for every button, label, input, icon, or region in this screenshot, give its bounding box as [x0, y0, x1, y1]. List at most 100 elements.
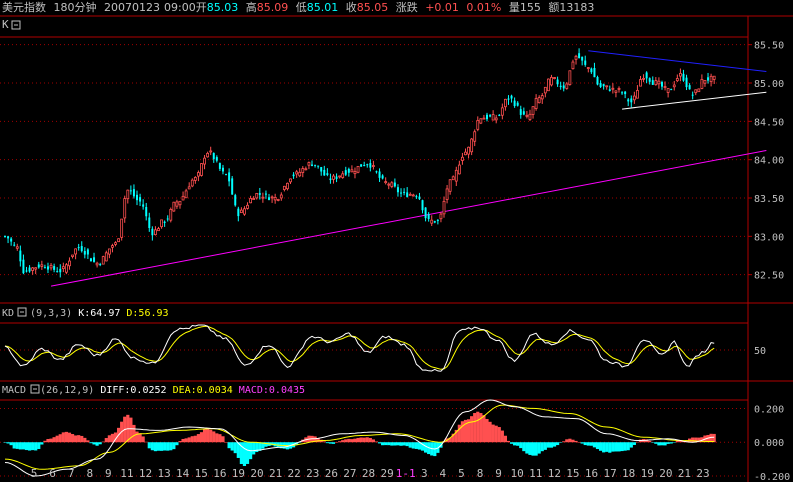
- macd-hist-bar: [534, 442, 538, 456]
- kd-label: KD: [2, 308, 14, 319]
- candle-body: [107, 248, 111, 255]
- candle-body: [347, 168, 350, 173]
- candle-body: [338, 175, 342, 178]
- axis-labels: 85.50 85.00 84.50 84.00 83.50 83.00 82.50 50 0.2…: [31, 41, 790, 482]
- macd-hist-bar: [202, 429, 207, 443]
- candle-body: [381, 175, 384, 179]
- macd-hist-bar: [574, 440, 578, 443]
- candle-body: [608, 89, 611, 91]
- candle-body: [10, 238, 13, 242]
- x-tick-label: 9: [105, 467, 112, 480]
- macd-hist-bar: [669, 442, 673, 444]
- macd-hist-bar: [132, 424, 136, 443]
- candle-body: [559, 85, 562, 88]
- stock-chart[interactable]: 85.50 85.00 84.50 84.00 83.50 83.00 82.50 50 0.2…: [0, 0, 793, 482]
- macd-hist-bar: [21, 442, 26, 450]
- macd-hist-bar: [384, 442, 388, 446]
- x-tick-label: 26: [325, 467, 338, 480]
- macd-hist-bar: [608, 442, 612, 453]
- candle-body: [494, 117, 498, 121]
- macd-hist-bar: [172, 442, 176, 450]
- macd-hist-bar: [377, 442, 382, 444]
- macd-hist-bar: [393, 442, 397, 446]
- macd-hist-bar: [212, 431, 216, 443]
- candle-body: [157, 228, 160, 232]
- candle-body: [4, 236, 6, 238]
- macd-hist-bar: [657, 442, 661, 446]
- candle-body: [270, 196, 274, 199]
- macd-hist-bar: [196, 434, 201, 443]
- macd-hist-bar: [138, 433, 142, 443]
- candle-body: [197, 172, 200, 177]
- candle-body: [200, 163, 203, 176]
- candle-body: [181, 195, 185, 201]
- candle-body: [276, 199, 280, 201]
- candle-body: [304, 168, 308, 171]
- candle-body: [40, 264, 44, 267]
- macd-panel-title: MACD (26,12,9) DIFF:0.0252 DEA:0.0034 MAC…: [2, 385, 305, 396]
- macd-hist-bar: [209, 429, 213, 443]
- candle-body: [457, 164, 461, 175]
- candle-body: [632, 95, 636, 101]
- macd-hist-bar: [356, 437, 360, 443]
- candle-body: [335, 176, 338, 179]
- price-panel-title: K: [2, 18, 9, 31]
- collapse-icon: [11, 20, 21, 30]
- macd-hist-bar: [141, 436, 145, 443]
- candle-body: [522, 111, 525, 115]
- macd-hist-bar: [635, 441, 640, 443]
- x-tick-label: 17: [603, 467, 616, 480]
- x-tick-label: 20: [250, 467, 263, 480]
- macd-hist-bar: [331, 442, 336, 444]
- candle-body: [104, 252, 108, 262]
- candle-body: [344, 170, 347, 175]
- macd-hist-bar: [37, 442, 41, 449]
- macd-hist-bar: [491, 424, 495, 443]
- candle-body: [424, 207, 427, 219]
- candle-body: [485, 114, 488, 120]
- macd-hist-bar: [543, 442, 547, 450]
- macd-hist-bar: [252, 442, 256, 455]
- candle-body: [209, 150, 213, 153]
- candle-body: [172, 201, 176, 212]
- candle-body: [353, 171, 357, 175]
- candle-body: [525, 114, 529, 117]
- price-y-tick-label: 83.00: [754, 232, 784, 243]
- candle-body: [19, 250, 22, 262]
- candle-body: [489, 115, 492, 117]
- candle-body: [691, 94, 694, 96]
- candle-body: [479, 118, 483, 124]
- candle-body: [546, 78, 550, 92]
- candle-body: [378, 171, 381, 178]
- candle-body: [685, 77, 688, 88]
- macd-hist-bar: [473, 413, 477, 443]
- candle-body: [239, 209, 243, 214]
- kd-k-value: K:64.97: [78, 308, 126, 319]
- candle-body: [645, 72, 648, 79]
- candle-body: [68, 260, 71, 267]
- candle-body: [31, 267, 35, 271]
- candle-body: [439, 213, 443, 220]
- candle-body: [139, 197, 142, 202]
- macd-label: MACD: [2, 385, 26, 396]
- macd-hist-bar: [712, 433, 716, 443]
- macd-hist-bar: [18, 442, 22, 450]
- candle-body: [148, 217, 151, 228]
- candle-body: [482, 117, 486, 120]
- candle-body: [74, 248, 78, 255]
- macd-hist-bar: [577, 442, 581, 443]
- macd-hist-bar: [242, 442, 247, 467]
- macd-params: (26,12,9): [40, 385, 100, 396]
- candle-body: [249, 198, 253, 204]
- candle-body: [114, 242, 117, 245]
- candle-body: [341, 173, 345, 178]
- macd-hist-bar: [537, 442, 541, 454]
- macd-hist-bar: [651, 442, 655, 443]
- candle-body: [571, 61, 575, 70]
- macd-hist-bar: [359, 437, 363, 443]
- candle-body: [187, 186, 191, 190]
- candle-body: [614, 90, 618, 93]
- candle-body: [550, 76, 553, 86]
- candle-body: [190, 179, 194, 187]
- candle-body: [593, 67, 596, 78]
